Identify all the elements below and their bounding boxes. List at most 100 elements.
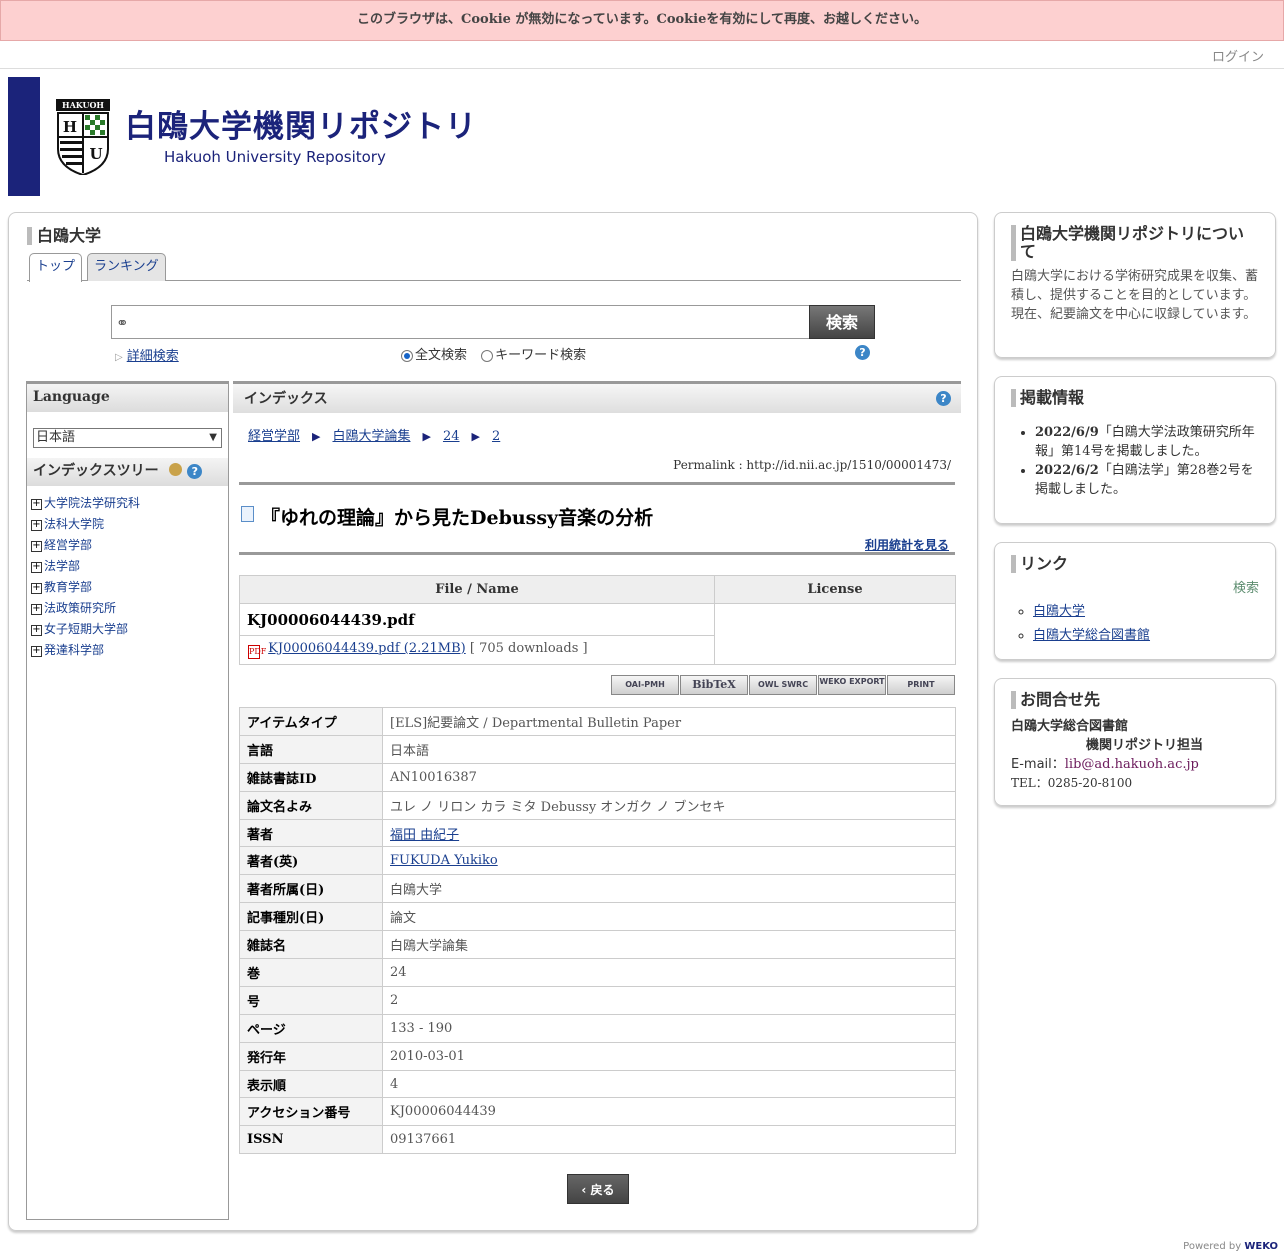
back-button[interactable]: ‹ 戻る (567, 1174, 629, 1204)
search-button[interactable]: 検索 (809, 305, 875, 339)
email-link[interactable]: lib@ad.hakuoh.ac.jp (1065, 757, 1199, 772)
metadata-row: 表示順 4 (239, 1069, 956, 1099)
tree-item[interactable]: + 教育学部 (31, 578, 228, 599)
expand-icon[interactable]: + (31, 562, 42, 573)
link-hakuoh-library[interactable]: 白鴎大学総合図書館 (1033, 628, 1150, 643)
tree-settings-icon[interactable] (169, 463, 183, 476)
site-logo-english[interactable]: Hakuoh University Repository (164, 148, 386, 166)
metadata-value: 白鴎大学論集 (382, 930, 956, 960)
weko-export-button[interactable]: WEKO EXPORT (818, 675, 886, 695)
expand-icon[interactable]: + (31, 499, 42, 510)
keyword-label: キーワード検索 (495, 348, 587, 363)
tree-help-icon[interactable]: ? (187, 464, 203, 479)
triangle-right-icon: ▶ (471, 430, 480, 443)
advanced-search-link[interactable]: 詳細検索 (127, 349, 179, 364)
search-input[interactable]: ⚭ (111, 305, 811, 339)
metadata-value: ユレ ノ リロン カラ ミタ Debussy オンガク ノ ブンセキ (382, 790, 956, 820)
link-hakuoh-university[interactable]: 白鴎大学 (1033, 604, 1085, 619)
metadata-value: 白鴎大学 (382, 874, 956, 904)
metadata-key: アイテムタイプ (239, 707, 383, 736)
document-icon (241, 506, 254, 522)
tree-item-label[interactable]: 教育学部 (44, 580, 92, 594)
tree-item-label[interactable]: 経営学部 (44, 538, 92, 552)
owl-swrc-button[interactable]: OWL SWRC (749, 675, 817, 695)
oai-pmh-button[interactable]: OAI-PMH (611, 675, 679, 695)
metadata-value: 09137661 (382, 1125, 956, 1155)
breadcrumb-link[interactable]: 経営学部 (248, 429, 300, 444)
advanced-search[interactable]: ▷ 詳細検索 (115, 345, 179, 364)
chevron-down-icon: ▼ (209, 432, 217, 443)
tab-top[interactable]: トップ (29, 253, 83, 282)
file-download-link[interactable]: KJ00006044439.pdf (2.21MB) (268, 641, 466, 656)
top-bar: ログイン (0, 41, 1284, 69)
index-tree-heading: インデックスツリー ? (27, 458, 228, 486)
news-panel: 掲載情報 2022/6/9「白鴎大学法政策研究所年報」第14号を掲載しました。 … (994, 376, 1276, 524)
tree-item-label[interactable]: 発達科学部 (44, 643, 104, 657)
links-search[interactable]: 検索 (1011, 577, 1259, 596)
print-button[interactable]: PRINT (887, 675, 955, 695)
news-item: 2022/6/2「白鴎法学」第28巻2号を掲載しました。 (1035, 461, 1259, 499)
export-buttons: OAI-PMH BibTeX OWL SWRC WEKO EXPORT PRINT (233, 675, 955, 697)
tree-item[interactable]: + 法学部 (31, 557, 228, 578)
back-label: 戻る (590, 1183, 615, 1197)
contact-email: E-mail：lib@ad.hakuoh.ac.jp (1011, 755, 1259, 774)
tree-item-label[interactable]: 法政策研究所 (44, 601, 116, 615)
powered-label: Powered by (1183, 1241, 1242, 1252)
metadata-row: 発行年 2010-03-01 (239, 1041, 956, 1071)
link-item[interactable]: 白鴎大学総合図書館 (1033, 624, 1259, 648)
tree-item[interactable]: + 経営学部 (31, 536, 228, 557)
metadata-value: 日本語 (382, 734, 956, 764)
link-item[interactable]: 白鴎大学 (1033, 600, 1259, 624)
tab-ranking[interactable]: ランキング (87, 253, 166, 281)
tab-bar: トップ ランキング (27, 253, 961, 282)
email-label: E-mail： (1011, 757, 1065, 772)
expand-icon[interactable]: + (31, 625, 42, 636)
item-title: 『ゆれの理論』から見たDebussy音楽の分析 (261, 507, 654, 529)
tree-item-label[interactable]: 大学院法学研究科 (44, 496, 140, 510)
metadata-row: 論文名よみ ユレ ノ リロン カラ ミタ Debussy オンガク ノ ブンセキ (239, 790, 956, 820)
search-help-icon[interactable]: ? (855, 345, 870, 360)
bibtex-button[interactable]: BibTeX (680, 675, 748, 695)
tree-item-label[interactable]: 法学部 (44, 559, 80, 573)
breadcrumb-link[interactable]: 24 (443, 429, 460, 444)
site-header: HAKUOH H U 白鴎大学機関リポジトリ Hakuoh University… (8, 77, 508, 196)
metadata-key: 著者 (239, 818, 383, 848)
metadata-row: 雑誌書誌ID AN10016387 (239, 762, 956, 792)
metadata-key: 論文名よみ (239, 790, 383, 820)
index-help-icon[interactable]: ? (936, 391, 951, 406)
expand-icon[interactable]: + (31, 583, 42, 594)
metadata-value: FUKUDA Yukiko (382, 846, 956, 876)
file-download-row: PDF KJ00006044439.pdf (2.21MB) [ 705 dow… (239, 635, 715, 665)
permalink: Permalink : http://id.nii.ac.jp/1510/000… (673, 458, 951, 472)
tree-item[interactable]: + 大学院法学研究科 (31, 494, 228, 515)
metadata-row: 記事種別(日) 論文 (239, 902, 956, 932)
keyword-radio[interactable] (481, 349, 494, 362)
metadata-link[interactable]: 福田 由紀子 (390, 828, 459, 843)
university-crest-icon[interactable]: HAKUOH H U (56, 99, 110, 175)
login-link[interactable]: ログイン (1212, 46, 1264, 65)
usage-stats-link[interactable]: 利用統計を見る (865, 536, 949, 553)
expand-icon[interactable]: + (31, 646, 42, 657)
language-select[interactable]: 日本語 ▼ (33, 428, 222, 448)
breadcrumb-link[interactable]: 白鴎大学論集 (332, 429, 410, 444)
expand-icon[interactable]: + (31, 541, 42, 552)
binoculars-icon: ⚭ (116, 314, 129, 332)
weko-link[interactable]: WEKO (1244, 1241, 1278, 1252)
tree-item[interactable]: + 法科大学院 (31, 515, 228, 536)
breadcrumb-link[interactable]: 2 (492, 429, 500, 444)
full-text-radio[interactable] (401, 349, 413, 362)
site-logo-japanese[interactable]: 白鴎大学機関リポジトリ (125, 101, 477, 146)
tree-item[interactable]: + 法政策研究所 (31, 599, 228, 620)
tree-item-label[interactable]: 法科大学院 (44, 517, 104, 531)
metadata-link[interactable]: FUKUDA Yukiko (390, 853, 498, 868)
tree-item-label[interactable]: 女子短期大学部 (44, 622, 128, 636)
expand-icon[interactable]: + (31, 604, 42, 615)
tree-item[interactable]: + 発達科学部 (31, 641, 228, 662)
svg-text:U: U (89, 145, 102, 163)
metadata-value: AN10016387 (382, 762, 956, 792)
metadata-key: 著者所属(日) (239, 874, 383, 904)
expand-icon[interactable]: + (31, 520, 42, 531)
breadcrumb: 経営学部 ▶ 白鴎大学論集 ▶ 24 ▶ 2 (233, 413, 961, 444)
license-header: License (714, 575, 956, 604)
tree-item[interactable]: + 女子短期大学部 (31, 620, 228, 641)
